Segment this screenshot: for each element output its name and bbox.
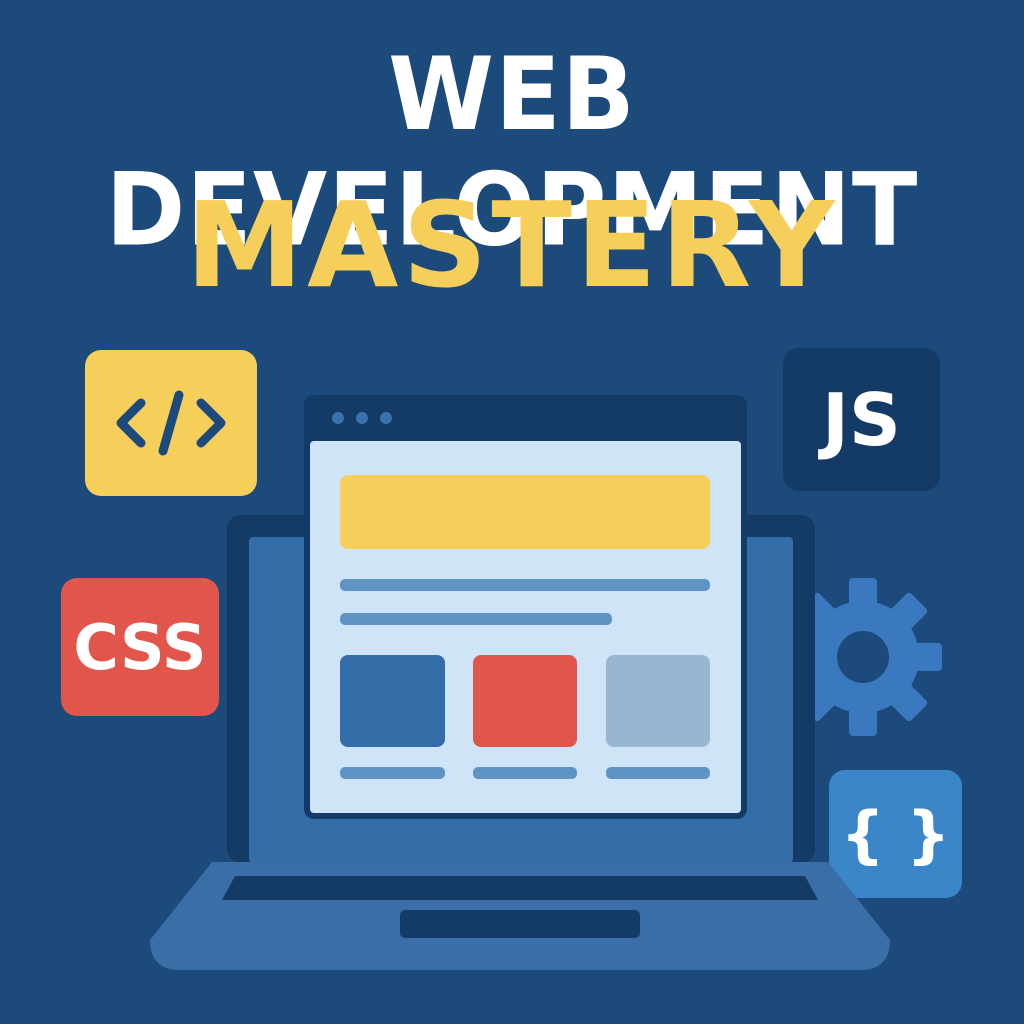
browser-window [304, 395, 747, 819]
window-dot [356, 412, 368, 424]
web-page [310, 441, 741, 813]
card-caption-line [606, 767, 710, 779]
card-caption-line [340, 767, 445, 779]
text-line [340, 579, 710, 591]
content-card-grey [606, 655, 710, 747]
window-dot [332, 412, 344, 424]
browser-title-bar [304, 395, 747, 441]
page-header-block [340, 475, 710, 549]
title-line-2: MASTERY [185, 176, 839, 314]
code-badge [85, 350, 257, 496]
laptop-touchpad [400, 910, 640, 938]
laptop-base [150, 862, 890, 970]
content-card-red [473, 655, 577, 747]
text-line [340, 613, 612, 625]
content-card-blue [340, 655, 445, 747]
code-tag-icon [116, 390, 226, 456]
card-caption-line [473, 767, 577, 779]
css-badge: CSS [61, 578, 219, 716]
window-dot [380, 412, 392, 424]
js-badge: JS [783, 348, 940, 491]
